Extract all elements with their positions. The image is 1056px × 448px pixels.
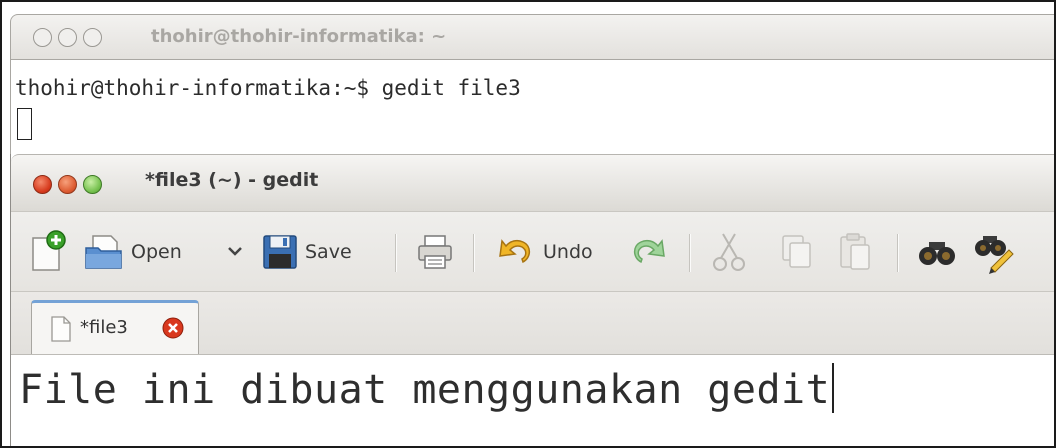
save-floppy-icon — [263, 235, 297, 269]
new-document-icon — [32, 230, 66, 271]
undo-button[interactable]: Undo — [493, 212, 593, 292]
print-button[interactable] — [415, 212, 455, 292]
document-tabbar: *file3 — [11, 292, 1054, 356]
print-icon — [418, 235, 452, 269]
close-tab-icon[interactable] — [162, 317, 184, 339]
save-button[interactable]: Save — [261, 212, 352, 292]
gedit-titlebar[interactable]: *file3 (~) - gedit — [11, 154, 1054, 212]
copy-icon — [782, 235, 811, 268]
find-button[interactable] — [917, 212, 957, 292]
find-replace-button[interactable] — [973, 212, 1017, 292]
copy-button[interactable] — [777, 212, 817, 292]
tab-file3[interactable]: *file3 — [31, 300, 199, 356]
terminal-command-line: thohir@thohir-informatika:~$ gedit file3 — [15, 76, 521, 100]
toolbar-separator — [473, 234, 474, 272]
screenshot-frame: thohir@thohir-informatika: ~ thohir@thoh… — [0, 0, 1056, 448]
open-button[interactable]: Open — [83, 212, 182, 292]
open-label: Open — [131, 241, 182, 263]
find-replace-icon — [975, 236, 1014, 274]
toolbar-separator — [689, 234, 690, 272]
save-label: Save — [305, 241, 352, 263]
binoculars-icon — [919, 242, 955, 265]
text-caret — [832, 363, 835, 413]
editor-content-line: File ini dibuat menggunakan gedit — [19, 363, 835, 413]
terminal-cursor — [17, 108, 32, 140]
undo-label: Undo — [543, 241, 593, 263]
paste-button[interactable] — [835, 212, 875, 292]
chevron-down-icon — [228, 247, 242, 256]
text-editor-area[interactable]: File ini dibuat menggunakan gedit — [11, 354, 1054, 446]
terminal-titlebar[interactable]: thohir@thohir-informatika: ~ — [10, 14, 1054, 60]
tab-label: *file3 — [80, 317, 128, 338]
document-icon — [51, 316, 71, 342]
gedit-minimize-button[interactable] — [58, 175, 77, 194]
undo-icon — [499, 239, 531, 264]
open-recent-dropdown[interactable] — [225, 212, 245, 292]
toolbar-separator — [395, 234, 396, 272]
toolbar-separator — [897, 234, 898, 272]
paste-icon — [840, 233, 870, 270]
gedit-maximize-button[interactable] — [83, 175, 102, 194]
gedit-close-button[interactable] — [33, 175, 52, 194]
open-folder-icon — [85, 235, 122, 269]
gedit-title: *file3 (~) - gedit — [145, 169, 319, 191]
gedit-window: *file3 (~) - gedit Open Save Undo *file3… — [10, 154, 1054, 446]
scissors-icon — [713, 233, 745, 271]
cut-button[interactable] — [709, 212, 749, 292]
terminal-minimize-button[interactable] — [58, 28, 77, 47]
redo-icon — [633, 239, 665, 264]
terminal-title: thohir@thohir-informatika: ~ — [151, 26, 447, 47]
editor-text: File ini dibuat menggunakan gedit — [19, 367, 831, 413]
terminal-maximize-button[interactable] — [83, 28, 102, 47]
redo-button[interactable] — [627, 212, 671, 292]
terminal-body[interactable]: thohir@thohir-informatika:~$ gedit file3 — [10, 60, 1054, 156]
gedit-toolbar: Open Save Undo — [11, 212, 1054, 292]
new-button[interactable] — [27, 212, 67, 292]
terminal-close-button[interactable] — [33, 28, 52, 47]
